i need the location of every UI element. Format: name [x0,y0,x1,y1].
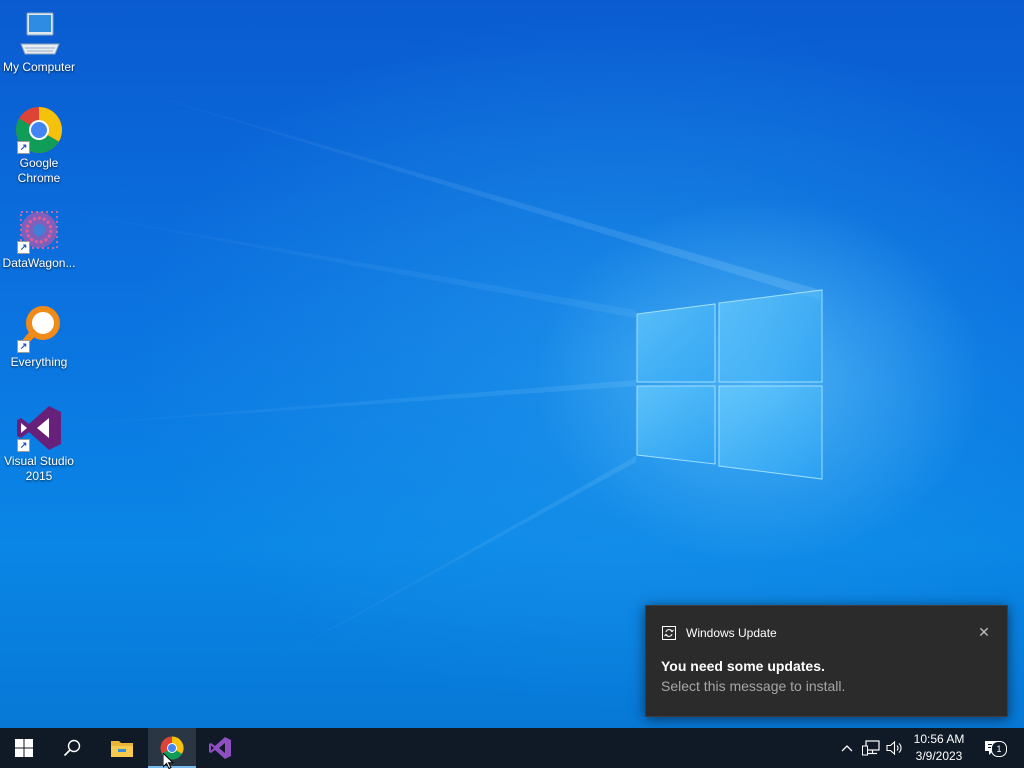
desktop-icon-label: DataWagon... [2,256,76,270]
desktop-icon-label: My Computer [2,60,76,74]
visual-studio-icon [209,737,231,759]
desktop-icon-label: Google Chrome [17,156,61,185]
datawagon-icon: ↗ [15,206,63,254]
network-button[interactable] [860,728,882,768]
shortcut-arrow-icon: ↗ [17,241,30,254]
close-icon[interactable]: ✕ [975,623,993,641]
taskbar-clock[interactable]: 10:56 AM 3/9/2023 [906,728,972,768]
notification-header: Windows Update [661,625,777,641]
desktop-icon-everything[interactable]: ↗ Everything [0,305,78,370]
desktop-icon-label: Visual Studio 2015 [4,454,74,483]
clock-time: 10:56 AM [913,732,965,746]
shortcut-arrow-icon: ↗ [17,340,30,353]
shortcut-arrow-icon: ↗ [17,141,30,154]
desktop-icon-my-computer[interactable]: My Computer [0,10,78,75]
taskbar: 10:56 AM 3/9/2023 1 [0,728,1024,768]
windows-update-notification[interactable]: Windows Update ✕ You need some updates. … [645,605,1008,717]
mouse-cursor-icon [163,753,175,769]
search-icon [63,739,81,757]
windows-logo-art [636,289,823,480]
notification-body: Select this message to install. [661,678,846,694]
search-button[interactable] [48,728,96,768]
everything-search-icon: ↗ [15,305,63,353]
taskbar-visual-studio[interactable] [196,728,244,768]
notification-app-name: Windows Update [686,626,777,640]
start-button[interactable] [0,728,48,768]
desktop-icon-visual-studio[interactable]: ↗ Visual Studio 2015 [0,404,78,484]
desktop-icon-datawagon[interactable]: ↗ DataWagon... [0,206,78,271]
notification-count-badge: 1 [991,741,1007,757]
windows-logo-icon [15,739,33,757]
visual-studio-icon: ↗ [15,404,63,452]
network-icon [862,740,880,756]
notification-title: You need some updates. [661,658,825,674]
chrome-icon: ↗ [15,106,63,154]
volume-icon [886,740,902,756]
clock-date: 3/9/2023 [915,749,963,763]
show-hidden-icons-button[interactable] [838,728,856,768]
volume-button[interactable] [884,728,906,768]
computer-icon [15,10,63,58]
desktop-icon-label: Everything [10,355,68,369]
sync-icon [662,626,676,640]
desktop-icon-google-chrome[interactable]: ↗ Google Chrome [0,106,78,186]
shortcut-arrow-icon: ↗ [17,439,30,452]
chevron-up-icon [841,745,853,752]
folder-icon [111,741,133,757]
taskbar-file-explorer[interactable] [98,728,146,768]
